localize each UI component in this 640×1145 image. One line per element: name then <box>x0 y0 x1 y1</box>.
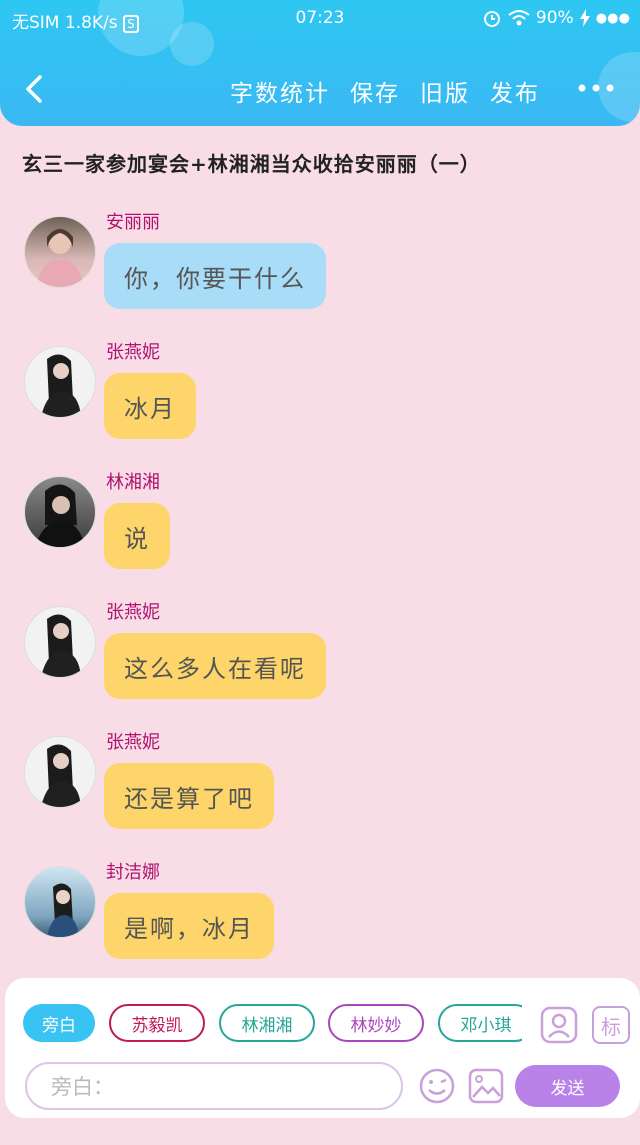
status-right: 90% ● ● ● <box>482 8 630 28</box>
sender-name: 封洁娜 <box>106 862 160 883</box>
nav-bar: 字数统计 保存 旧版 发布 <box>0 68 640 112</box>
avatar-figure <box>35 484 85 547</box>
role-chip-clip: 邓小琪 <box>438 1004 522 1042</box>
role-chip-narration[interactable]: 旁白 <box>23 1004 95 1042</box>
role-chip-lin-xiangxiang[interactable]: 林湘湘 <box>219 1004 315 1042</box>
avatar-figure <box>37 229 83 287</box>
message-bubble[interactable]: 冰月 <box>104 373 196 439</box>
paw-icons: ● ● ● <box>595 10 630 26</box>
message-input[interactable]: 旁白： <box>25 1062 403 1110</box>
nav-actions: 字数统计 保存 旧版 发布 <box>230 74 540 108</box>
avatar-figure <box>47 883 79 937</box>
bottom-margin <box>0 1118 640 1145</box>
more-icon[interactable] <box>576 76 616 100</box>
message-bubble[interactable]: 你，你要干什么 <box>104 243 326 309</box>
message-bubble[interactable]: 说 <box>104 503 170 569</box>
input-panel: 旁白 苏毅凯 林湘湘 林妙妙 邓小琪 标 旁白： 发送 <box>5 978 640 1118</box>
story-title: 玄三一家参加宴会+林湘湘当众收拾安丽丽（一） <box>22 152 481 176</box>
message-bubble[interactable]: 这么多人在看呢 <box>104 633 326 699</box>
image-icon[interactable] <box>467 1067 505 1105</box>
app-header: 无SIM 1.8K/s S 07:23 90% ● ● ● 字数统计 保存 旧版… <box>0 0 640 126</box>
role-chip-lin-miaomiao[interactable]: 林妙妙 <box>328 1004 424 1042</box>
avatar[interactable] <box>24 216 96 288</box>
send-button[interactable]: 发送 <box>515 1065 620 1107</box>
charging-icon <box>579 9 590 27</box>
tag-button[interactable]: 标 <box>592 1006 630 1044</box>
word-count-button[interactable]: 字数统计 <box>230 74 330 108</box>
publish-button[interactable]: 发布 <box>490 74 540 108</box>
role-manage-icon[interactable] <box>540 1006 578 1044</box>
sender-name: 张燕妮 <box>106 732 160 753</box>
message-bubble[interactable]: 是啊，冰月 <box>104 893 274 959</box>
avatar[interactable] <box>24 476 96 548</box>
alarm-icon <box>483 11 500 27</box>
battery-percent: 90% <box>535 8 574 28</box>
avatar[interactable] <box>24 346 96 418</box>
emoji-icon[interactable] <box>418 1067 456 1105</box>
avatar-figure <box>41 744 81 807</box>
role-chip-deng-xiaoqi[interactable]: 邓小琪 <box>438 1004 522 1042</box>
sender-name: 林湘湘 <box>106 472 160 493</box>
old-version-button[interactable]: 旧版 <box>420 74 470 108</box>
sender-name: 张燕妮 <box>106 602 160 623</box>
avatar[interactable] <box>24 866 96 938</box>
sender-name: 张燕妮 <box>106 342 160 363</box>
sender-name: 安丽丽 <box>106 212 160 233</box>
status-bar: 无SIM 1.8K/s S 07:23 90% ● ● ● <box>0 6 640 34</box>
back-arrow-icon[interactable] <box>22 74 46 104</box>
role-chip-su-yikai[interactable]: 苏毅凯 <box>109 1004 205 1042</box>
avatar[interactable] <box>24 736 96 808</box>
avatar-figure <box>41 614 81 677</box>
avatar[interactable] <box>24 606 96 678</box>
message-bubble[interactable]: 还是算了吧 <box>104 763 274 829</box>
wifi-icon <box>508 10 530 26</box>
save-button[interactable]: 保存 <box>350 74 400 108</box>
avatar-figure <box>41 354 81 417</box>
